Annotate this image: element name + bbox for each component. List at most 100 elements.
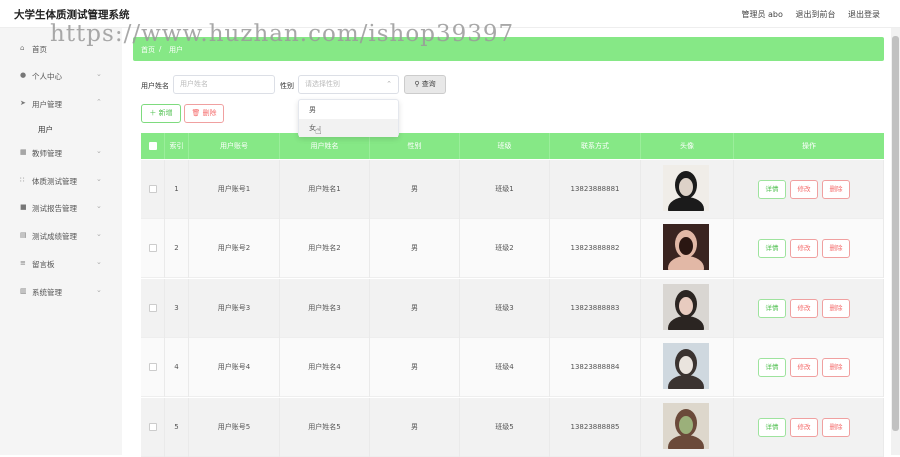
edit-button[interactable]: 修改 xyxy=(790,239,818,258)
row-checkbox[interactable] xyxy=(149,304,157,312)
detail-button[interactable]: 详情 xyxy=(758,358,786,377)
add-button[interactable]: ＋ 新增 xyxy=(141,104,181,123)
row-name: 用户姓名5 xyxy=(280,398,370,457)
delete-button[interactable]: 删除 xyxy=(822,239,850,258)
home-icon: ⌂ xyxy=(20,44,25,52)
row-class: 班级3 xyxy=(460,279,550,338)
column-header-index[interactable]: 索引 xyxy=(165,133,189,159)
delete-button[interactable]: 删除 xyxy=(822,418,850,437)
apps-icon: ∷ xyxy=(20,176,25,184)
detail-button[interactable]: 详情 xyxy=(758,239,786,258)
sidebar-item-test-scores[interactable]: ▤ 测试成绩管理 ⌄ xyxy=(0,226,122,246)
row-gender: 男 xyxy=(370,219,460,278)
message-icon: ≡ xyxy=(20,259,26,267)
row-account: 用户账号4 xyxy=(189,338,280,397)
avatar-image xyxy=(663,343,709,399)
row-account: 用户账号2 xyxy=(189,219,280,278)
sidebar-item-label: 测试报告管理 xyxy=(32,204,77,213)
column-header-phone[interactable]: 联系方式 xyxy=(550,133,641,159)
row-class: 班级5 xyxy=(460,398,550,457)
table-row[interactable]: 4 用户账号4 用户姓名4 男班级4 13823888884 详情 修改 删除 xyxy=(141,338,884,399)
search-icon: ⚲ xyxy=(414,80,420,88)
sidebar-item-label: 个人中心 xyxy=(32,72,62,81)
top-right-links: 管理员 abo 退出到前台 退出登录 xyxy=(731,9,880,20)
column-header-account[interactable]: 用户账号 xyxy=(189,133,280,159)
header-select-all xyxy=(141,133,165,159)
row-checkbox[interactable] xyxy=(149,363,157,371)
edit-button[interactable]: 修改 xyxy=(790,418,818,437)
column-header-avatar: 头像 xyxy=(641,133,734,159)
score-icon: ▤ xyxy=(20,231,27,239)
row-gender: 男 xyxy=(370,160,460,219)
row-account: 用户账号1 xyxy=(189,160,280,219)
grid-icon: ▦ xyxy=(20,148,27,156)
row-phone: 13823888885 xyxy=(550,398,641,457)
row-name: 用户姓名1 xyxy=(280,160,370,219)
row-gender: 男 xyxy=(370,398,460,457)
row-class: 班级4 xyxy=(460,338,550,397)
query-button[interactable]: ⚲ 查询 xyxy=(404,75,446,94)
back-to-front-link[interactable]: 退出到前台 xyxy=(795,10,835,19)
delete-button[interactable]: 删除 xyxy=(822,358,850,377)
trash-icon: 🗑 xyxy=(191,109,201,117)
row-index: 2 xyxy=(165,219,189,278)
sidebar-item-label: 测试成绩管理 xyxy=(32,232,77,241)
send-icon: ➤ xyxy=(20,99,26,107)
chevron-down-icon: ⌄ xyxy=(96,175,102,183)
detail-button[interactable]: 详情 xyxy=(758,180,786,199)
row-gender: 男 xyxy=(370,279,460,338)
sidebar-item-label: 留言板 xyxy=(32,260,55,269)
scrollbar-thumb[interactable] xyxy=(892,36,899,431)
table-row[interactable]: 3 用户账号3 用户姓名3 男班级3 13823888883 详情 修改 删除 xyxy=(141,279,884,340)
sidebar-item-label: 首页 xyxy=(32,45,47,54)
column-header-actions: 操作 xyxy=(734,133,884,159)
detail-button[interactable]: 详情 xyxy=(758,418,786,437)
edit-button[interactable]: 修改 xyxy=(790,180,818,199)
sidebar-item-test-reports[interactable]: ■ 测试报告管理 ⌄ xyxy=(0,198,122,218)
add-button-label: 新增 xyxy=(158,109,173,117)
row-index: 5 xyxy=(165,398,189,457)
name-search-input[interactable]: 用户姓名 xyxy=(173,75,275,94)
row-account: 用户账号3 xyxy=(189,279,280,338)
edit-button[interactable]: 修改 xyxy=(790,358,818,377)
gender-option-female[interactable]: 女 xyxy=(299,119,398,137)
avatar-image xyxy=(663,403,709,457)
row-index: 1 xyxy=(165,160,189,219)
gender-select[interactable]: 请选择性别 ⌃ xyxy=(298,75,399,94)
row-class: 班级2 xyxy=(460,219,550,278)
sidebar-item-message-board[interactable]: ≡ 留言板 ⌄ xyxy=(0,254,122,274)
app-title: 大学生体质测试管理系统 xyxy=(14,9,130,21)
sidebar-item-system[interactable]: ▥ 系统管理 ⌄ xyxy=(0,282,122,302)
system-icon: ▥ xyxy=(20,287,27,295)
sidebar-subitem-user[interactable]: 用户 xyxy=(38,124,53,135)
chevron-down-icon: ⌄ xyxy=(96,230,102,238)
edit-button[interactable]: 修改 xyxy=(790,299,818,318)
sidebar-item-fitness-tests[interactable]: ∷ 体质测试管理 ⌄ xyxy=(0,171,122,191)
column-header-class[interactable]: 班级 xyxy=(460,133,550,159)
row-checkbox[interactable] xyxy=(149,185,157,193)
row-checkbox[interactable] xyxy=(149,244,157,252)
chevron-up-icon: ⌃ xyxy=(386,80,392,88)
sidebar-item-teachers[interactable]: ▦ 教师管理 ⌄ xyxy=(0,143,122,163)
delete-button[interactable]: 删除 xyxy=(822,299,850,318)
table-row[interactable]: 2 用户账号2 用户姓名2 男班级2 13823888882 详情 修改 删除 xyxy=(141,219,884,280)
sidebar-item-profile[interactable]: ● 个人中心 ⌄ xyxy=(0,66,122,86)
avatar-image xyxy=(663,224,709,280)
detail-button[interactable]: 详情 xyxy=(758,299,786,318)
batch-delete-button[interactable]: 🗑 删除 xyxy=(184,104,224,123)
plus-icon: ＋ xyxy=(149,109,157,117)
chevron-down-icon: ⌄ xyxy=(96,286,102,294)
name-search-label: 用户姓名 xyxy=(141,82,169,90)
row-account: 用户账号5 xyxy=(189,398,280,457)
select-all-checkbox[interactable] xyxy=(149,142,157,150)
gender-option-male[interactable]: 男 xyxy=(299,101,398,119)
row-checkbox[interactable] xyxy=(149,423,157,431)
watermark: https://www.huzhan.com/ishop39397 xyxy=(50,21,515,47)
sidebar-item-label: 系统管理 xyxy=(32,288,62,297)
row-class: 班级1 xyxy=(460,160,550,219)
sidebar-item-users[interactable]: ➤ 用户管理 ⌃ xyxy=(0,94,122,114)
logout-link[interactable]: 退出登录 xyxy=(848,10,880,19)
delete-button[interactable]: 删除 xyxy=(822,180,850,199)
table-row[interactable]: 1 用户账号1 用户姓名1 男班级1 13823888881 详情 修改 删除 xyxy=(141,160,884,221)
table-row[interactable]: 5 用户账号5 用户姓名5 男班级5 13823888885 详情 修改 删除 xyxy=(141,398,884,457)
